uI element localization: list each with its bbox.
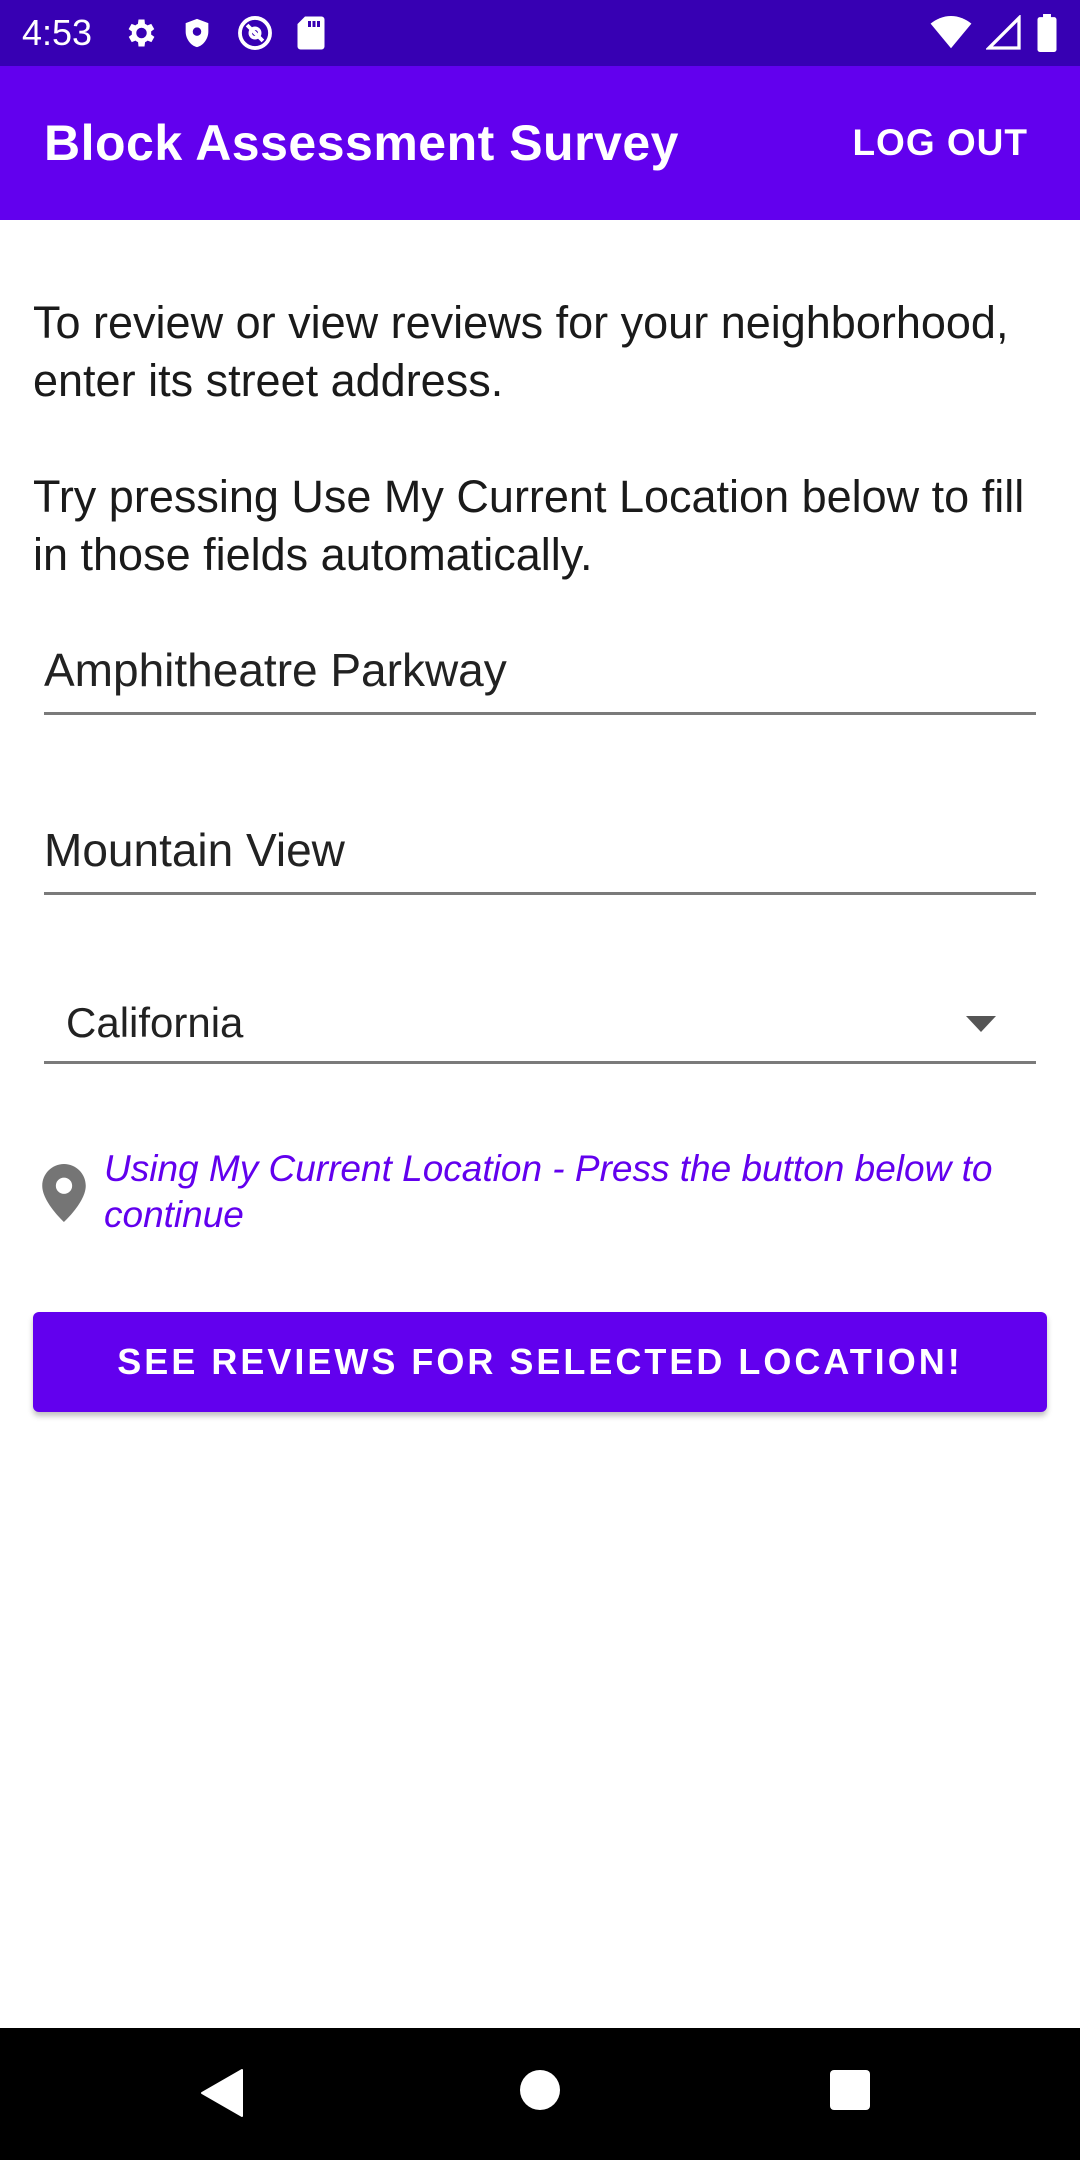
dropdown-arrow-icon xyxy=(966,1016,996,1037)
shield-icon xyxy=(180,15,214,51)
see-reviews-button[interactable]: SEE REVIEWS FOR SELECTED LOCATION! xyxy=(33,1312,1047,1412)
app-title: Block Assessment Survey xyxy=(44,115,679,171)
battery-icon xyxy=(1036,14,1058,52)
wifi-icon xyxy=(930,16,972,50)
street-address-value: Amphitheatre Parkway xyxy=(44,644,507,696)
status-bar: 4:53 xyxy=(0,0,1080,66)
at-sign-icon xyxy=(236,14,274,52)
street-address-field[interactable]: Amphitheatre Parkway xyxy=(44,640,1036,715)
state-selected-value: California xyxy=(66,999,244,1046)
logout-button[interactable]: LOG OUT xyxy=(844,112,1036,174)
instructions: To review or view reviews for your neigh… xyxy=(33,294,1053,584)
instruction-text-1: To review or view reviews for your neigh… xyxy=(33,297,1009,406)
system-nav-bar xyxy=(0,2028,1080,2160)
status-time: 4:53 xyxy=(22,12,93,53)
sd-card-icon xyxy=(296,15,326,51)
back-icon[interactable] xyxy=(200,2068,244,2123)
status-icons-right xyxy=(930,14,1058,52)
home-icon[interactable] xyxy=(518,2068,562,2117)
location-pin-icon xyxy=(42,1164,90,1222)
city-value: Mountain View xyxy=(44,824,345,876)
status-icons-left xyxy=(122,14,326,52)
app-bar: Block Assessment Survey LOG OUT xyxy=(0,66,1080,220)
city-field[interactable]: Mountain View xyxy=(44,820,1036,895)
recent-apps-icon[interactable] xyxy=(828,2068,872,2117)
state-dropdown[interactable]: California xyxy=(44,996,1036,1064)
location-status: Using My Current Location - Press the bu… xyxy=(42,1146,1042,1238)
instruction-text-2: Try pressing Use My Current Location bel… xyxy=(33,471,1025,580)
settings-icon xyxy=(122,15,158,51)
location-status-text: Using My Current Location - Press the bu… xyxy=(104,1148,993,1235)
cell-signal-icon xyxy=(986,15,1022,51)
